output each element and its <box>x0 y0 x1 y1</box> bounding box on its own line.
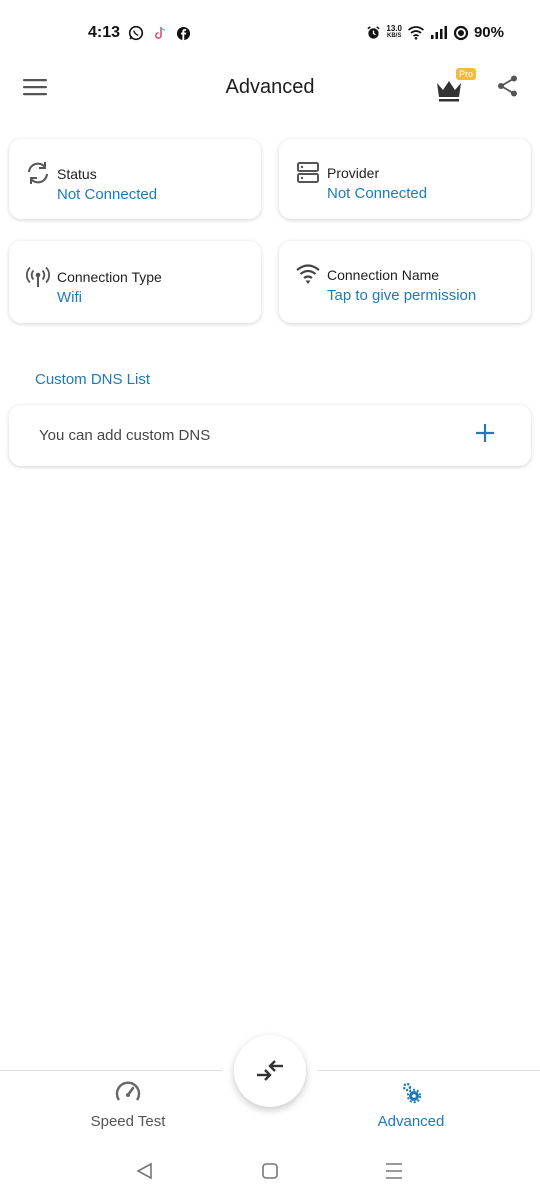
connection-name-card[interactable]: Connection Name Tap to give permission <box>279 241 531 323</box>
custom-dns-placeholder: You can add custom DNS <box>39 427 211 444</box>
antenna-icon <box>26 266 50 287</box>
plus-icon <box>476 424 494 442</box>
battery-icon <box>453 25 469 40</box>
pro-badge: Pro <box>456 68 477 80</box>
add-dns-button[interactable] <box>473 421 497 445</box>
connection-name-label: Connection Name <box>327 267 440 283</box>
cell-signal-icon <box>430 25 447 39</box>
system-indicators: 13.0 KB/S 90% <box>366 24 504 41</box>
provider-label: Provider <box>327 165 380 181</box>
wifi-signal-icon <box>407 26 424 40</box>
custom-dns-title: Custom DNS List <box>35 371 151 388</box>
connection-type-label: Connection Type <box>57 269 162 285</box>
back-button[interactable] <box>134 1160 156 1182</box>
facebook-icon <box>176 26 191 40</box>
network-speed-value: 13.0 <box>386 24 402 33</box>
battery-level: 90% <box>473 24 504 41</box>
network-speed: 13.0 KB/S <box>386 25 402 40</box>
nav-advanced[interactable]: Advanced <box>311 1071 511 1145</box>
connection-name-value[interactable]: Tap to give permission <box>327 287 476 304</box>
connection-type-value: Wifi <box>57 289 82 306</box>
nav-speed-test-label: Speed Test <box>90 1113 166 1130</box>
provider-card: Provider Not Connected <box>279 139 531 219</box>
custom-dns-card[interactable]: You can add custom DNS <box>9 405 531 466</box>
share-button[interactable] <box>496 74 522 100</box>
tiktok-icon <box>155 26 165 39</box>
fab-notch <box>222 1028 318 1120</box>
system-nav-bar <box>0 1146 540 1200</box>
nav-speed-test[interactable]: Speed Test <box>28 1071 228 1145</box>
whatsapp-icon <box>128 25 144 41</box>
nav-advanced-label: Advanced <box>377 1113 445 1130</box>
status-card: Status Not Connected <box>9 139 261 219</box>
provider-value: Not Connected <box>327 185 428 202</box>
notification-icons <box>128 25 191 41</box>
status-time: 4:13 <box>88 24 121 41</box>
network-speed-unit: KB/S <box>387 33 402 39</box>
app-bar: Advanced Pro <box>0 68 540 108</box>
back-triangle-icon <box>136 1162 152 1180</box>
server-icon <box>297 162 319 183</box>
gears-icon <box>402 1082 422 1104</box>
connection-type-card: Connection Type Wifi <box>9 241 261 323</box>
alarm-icon <box>367 26 380 39</box>
refresh-icon <box>28 162 48 184</box>
status-label: Status <box>57 166 97 182</box>
home-square-icon <box>262 1163 278 1179</box>
recents-lines-icon <box>386 1163 402 1179</box>
share-icon <box>498 75 517 97</box>
connect-arrows-icon <box>257 1060 283 1081</box>
speedometer-icon <box>115 1081 141 1101</box>
status-bar: 4:13 13.0 KB/S 90% <box>0 0 540 68</box>
wifi-icon <box>296 264 320 284</box>
connect-button[interactable] <box>234 1035 306 1107</box>
recents-button[interactable] <box>383 1160 405 1182</box>
status-value: Not Connected <box>57 186 158 203</box>
home-button[interactable] <box>259 1160 281 1182</box>
pro-upgrade-button[interactable]: Pro <box>434 68 478 102</box>
